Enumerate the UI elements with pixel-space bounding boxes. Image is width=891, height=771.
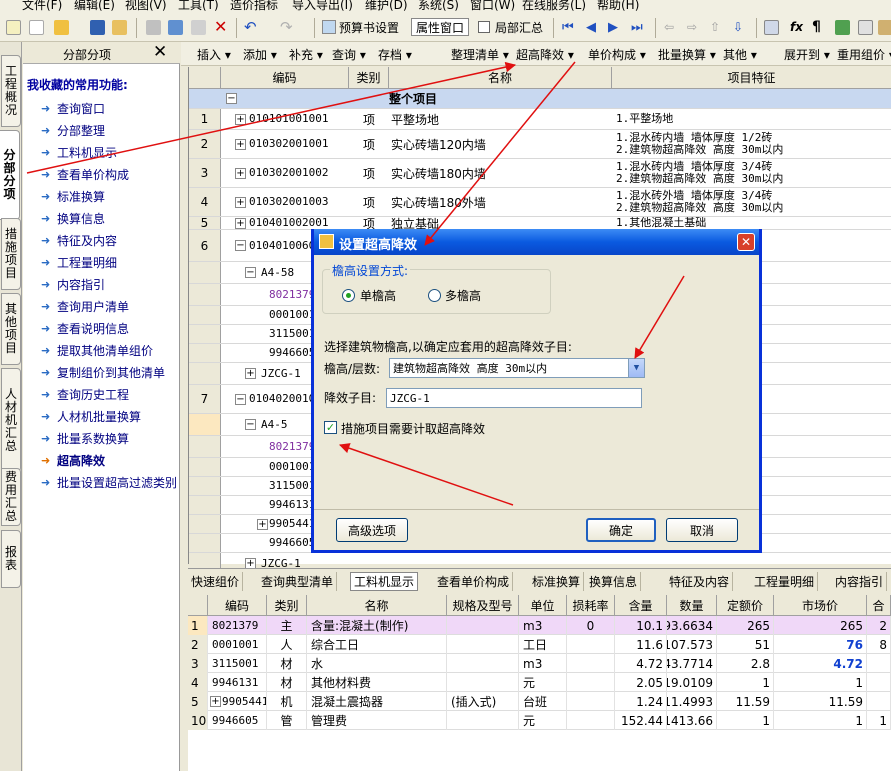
- arrow-to-toolbar: [26, 61, 517, 174]
- annotation-arrows: [26, 61, 685, 506]
- arrow-to-dialog: [424, 61, 576, 246]
- arrow-to-dropdown: [634, 275, 685, 359]
- arrow-to-checkbox: [339, 443, 514, 506]
